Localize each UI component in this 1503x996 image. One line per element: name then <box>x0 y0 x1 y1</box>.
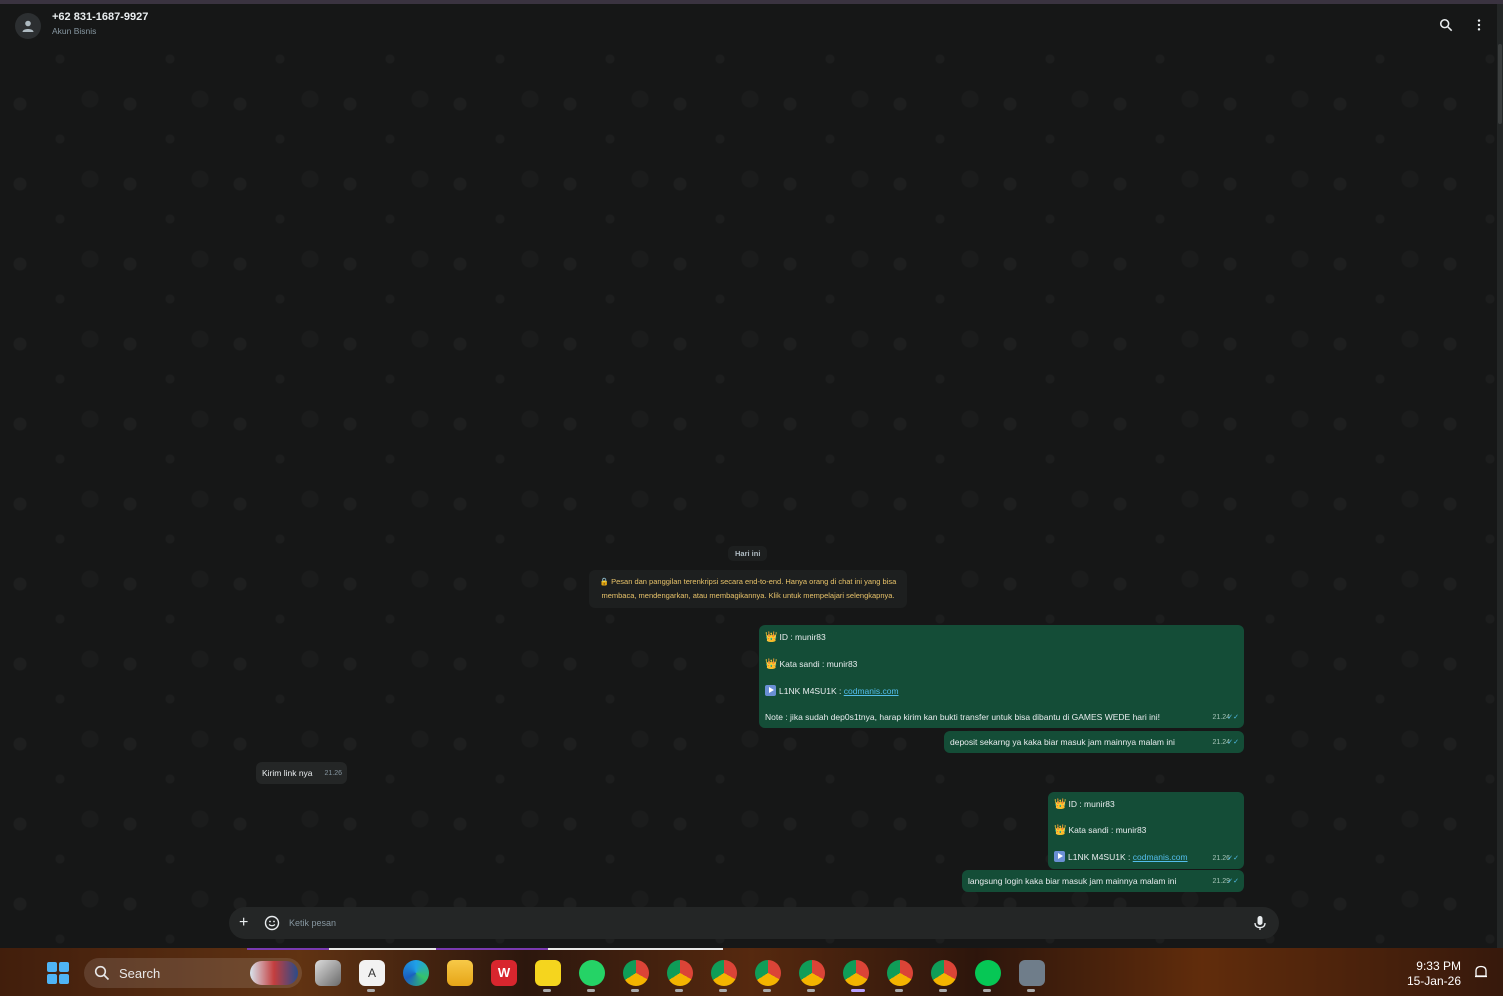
taskbar-search-label: Search <box>119 966 161 981</box>
message-link[interactable]: codmanis.com <box>844 686 899 696</box>
contact-subtitle: Akun Bisnis <box>52 26 97 36</box>
chrome-icon[interactable] <box>755 960 781 986</box>
running-indicator <box>895 989 903 992</box>
play-button-icon <box>765 685 776 696</box>
menu-icon[interactable] <box>1471 17 1487 33</box>
message-bubble-incoming[interactable]: Kirim link nya 21.26 <box>256 762 347 784</box>
chat-header[interactable]: +62 831-1687-9927 Akun Bisnis <box>0 4 1497 48</box>
contact-name[interactable]: +62 831-1687-9927 <box>52 11 148 23</box>
avatar[interactable] <box>15 13 41 39</box>
running-indicator <box>851 989 865 992</box>
double-check-icon: ✓✓ <box>1227 714 1239 721</box>
taskbar-accent <box>548 948 723 950</box>
person-icon <box>22 20 34 32</box>
message-text: L1NK M4SU1K : <box>1068 852 1133 862</box>
notepad-icon[interactable]: A <box>359 960 385 986</box>
whatsapp-icon[interactable] <box>579 960 605 986</box>
crown-icon: 👑 <box>1054 825 1067 836</box>
clock-date: 15-Jan-26 <box>1406 974 1461 988</box>
chrome-icon[interactable] <box>843 960 869 986</box>
message-text: Kata sandi : munir83 <box>1068 825 1147 835</box>
taskbar-accent <box>436 948 548 950</box>
running-indicator <box>367 989 375 992</box>
chat-background <box>0 4 1497 948</box>
chrome-icon[interactable] <box>667 960 693 986</box>
running-indicator <box>587 989 595 992</box>
running-indicator <box>763 989 771 992</box>
system-clock[interactable]: 9:33 PM 15-Jan-26 <box>1407 959 1461 989</box>
running-indicator <box>807 989 815 992</box>
chrome-icon[interactable] <box>931 960 957 986</box>
chrome-icon[interactable] <box>711 960 737 986</box>
message-link[interactable]: codmanis.com <box>1133 852 1188 862</box>
microphone-icon[interactable] <box>1253 915 1267 931</box>
running-indicator <box>939 989 947 992</box>
running-indicator <box>543 989 551 992</box>
message-text: ID : munir83 <box>1068 799 1115 809</box>
taskbar-accent <box>247 948 329 950</box>
chrome-icon[interactable] <box>623 960 649 986</box>
running-indicator <box>1027 989 1035 992</box>
search-icon[interactable] <box>1438 17 1454 33</box>
line-app-icon[interactable] <box>975 960 1001 986</box>
app-icon[interactable] <box>1019 960 1045 986</box>
task-view-icon[interactable] <box>315 960 341 986</box>
taskbar-search-box[interactable]: Search <box>84 958 302 988</box>
message-text: Kata sandi : munir83 <box>779 659 858 669</box>
message-bubble-outgoing[interactable]: langsung login kaka biar masuk jam mainn… <box>962 870 1244 892</box>
wps-office-icon[interactable]: W <box>491 960 517 986</box>
search-highlight-image <box>250 961 298 985</box>
running-indicator <box>719 989 727 992</box>
double-check-icon: ✓✓ <box>1227 855 1239 862</box>
message-text: ID : munir83 <box>779 632 826 642</box>
double-check-icon: ✓✓ <box>1227 878 1239 885</box>
taskbar-accent <box>329 948 436 950</box>
sticker-icon[interactable] <box>264 915 280 931</box>
attach-plus-icon[interactable]: + <box>239 914 248 932</box>
message-input[interactable]: Ketik pesan <box>289 918 336 928</box>
crown-icon: 👑 <box>765 632 778 643</box>
running-indicator <box>675 989 683 992</box>
scrollbar-thumb[interactable] <box>1498 44 1502 124</box>
clock-time: 9:33 PM <box>1416 959 1461 973</box>
edge-browser-icon[interactable] <box>403 960 429 986</box>
sticky-notes-icon[interactable] <box>535 960 561 986</box>
crown-icon: 👑 <box>765 659 778 670</box>
file-explorer-icon[interactable] <box>447 960 473 986</box>
double-check-icon: ✓✓ <box>1227 739 1239 746</box>
message-bubble-outgoing[interactable]: 👑 ID : munir83 👑 Kata sandi : munir83 L1NK… <box>1048 792 1244 869</box>
day-label: Hari ini <box>728 546 768 561</box>
scrollbar[interactable] <box>1497 4 1503 948</box>
message-text: langsung login kaka biar masuk jam mainn… <box>968 876 1177 886</box>
windows-start-icon[interactable] <box>47 962 69 984</box>
message-bubble-outgoing[interactable]: deposit sekarng ya kaka biar masuk jam m… <box>944 731 1244 753</box>
notification-bell-icon[interactable] <box>1473 964 1489 980</box>
whatsapp-window: +62 831-1687-9927 Akun Bisnis Hari ini 🔒… <box>0 4 1503 948</box>
chrome-icon[interactable] <box>887 960 913 986</box>
running-indicator <box>983 989 991 992</box>
message-composer[interactable]: + Ketik pesan <box>229 907 1279 939</box>
message-text: Note : jika sudah dep0s1tnya, harap kiri… <box>765 712 1160 722</box>
message-text: deposit sekarng ya kaka biar masuk jam m… <box>950 737 1175 747</box>
message-bubble-outgoing[interactable]: 👑 ID : munir83 👑 Kata sandi : munir83 L1NK… <box>759 625 1244 728</box>
play-button-icon <box>1054 851 1065 862</box>
search-icon <box>94 965 110 981</box>
windows-taskbar: Search A W 9:33 PM 15-Jan-26 <box>0 948 1503 996</box>
message-time: 21.26 <box>324 770 342 777</box>
encryption-notice[interactable]: 🔒 Pesan dan panggilan terenkripsi secara… <box>589 570 907 608</box>
crown-icon: 👑 <box>1054 799 1067 810</box>
message-text: L1NK M4SU1K : <box>779 686 844 696</box>
chrome-icon[interactable] <box>799 960 825 986</box>
running-indicator <box>631 989 639 992</box>
